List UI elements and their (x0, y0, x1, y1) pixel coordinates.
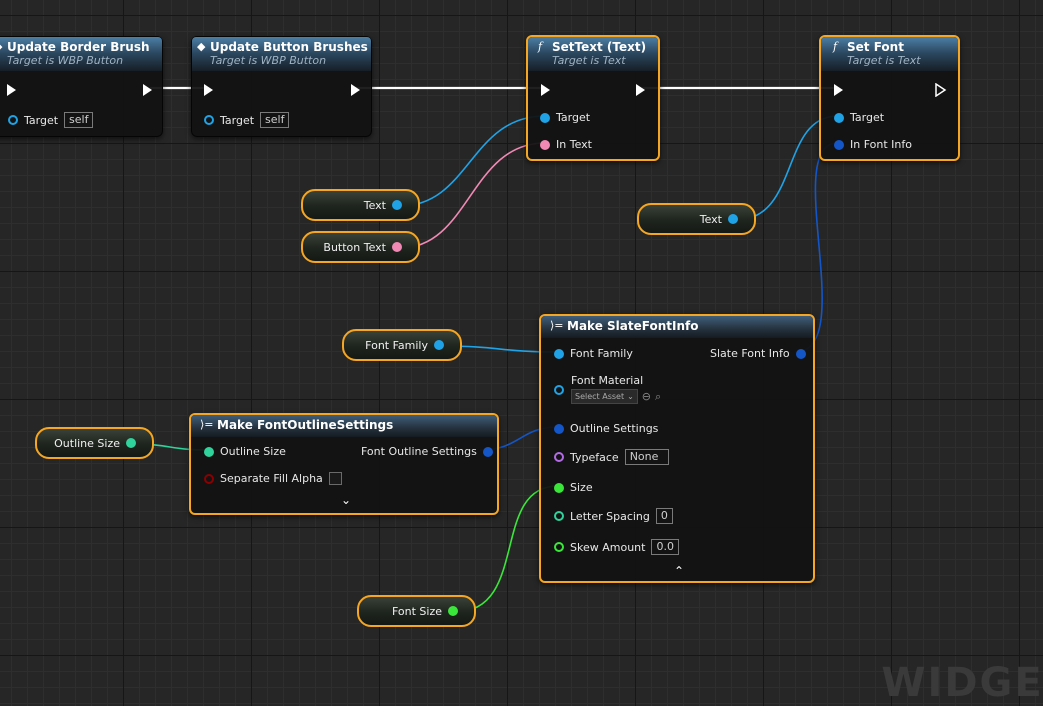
node-title: Update Border Brush (7, 40, 150, 54)
chevron-down-icon: ⌄ (627, 392, 634, 401)
target-value-field[interactable]: self (260, 112, 290, 128)
function-diamond-icon: ◆ (0, 40, 2, 53)
text-pin-icon[interactable] (392, 242, 402, 252)
expand-chevron-down-icon[interactable]: ⌄ (341, 493, 351, 507)
target-pin[interactable]: Target (834, 111, 884, 124)
object-pin-icon (540, 112, 550, 123)
float-pin-icon (204, 446, 214, 457)
node-title: Update Button Brushes (210, 40, 368, 54)
text-pin-icon (540, 139, 550, 150)
outline-size-pin[interactable]: Outline Size (204, 445, 286, 458)
typeface-field[interactable]: None (624, 449, 669, 465)
separate-fill-alpha-pin[interactable]: Separate Fill Alpha (204, 472, 342, 485)
use-selected-arrow-icon[interactable]: ⊖ (642, 390, 651, 403)
node-header[interactable]: f Set Font Target is Text (821, 37, 958, 71)
node-make-slatefontinfo[interactable]: ⟩= Make SlateFontInfo Font Family Slate … (539, 314, 815, 583)
node-header[interactable]: ◆ Update Border Brush Target is WBP Butt… (0, 37, 162, 71)
object-pin-icon[interactable] (392, 200, 402, 210)
skew-amount-field[interactable]: 0.0 (651, 539, 679, 555)
bool-pin-icon (204, 473, 214, 484)
exec-out-pin[interactable] (636, 84, 645, 96)
var-text-a[interactable]: Text (301, 189, 420, 221)
float-pin-icon[interactable] (126, 438, 136, 448)
struct-pin-icon (482, 446, 493, 457)
font-material-field: Font Material Select Asset ⌄ ⊖ ⌕ (571, 374, 662, 404)
button-text-wire (399, 142, 546, 249)
exec-in-pin[interactable] (541, 84, 550, 96)
exec-out-pin[interactable] (351, 84, 360, 96)
node-title: SetText (Text) (552, 40, 647, 54)
node-subtitle: Target is WBP Button (7, 54, 124, 67)
make-struct-icon: ⟩= (200, 418, 214, 431)
int-pin-icon (554, 482, 564, 493)
function-f-icon: f (538, 40, 543, 53)
node-header[interactable]: ⟩= Make FontOutlineSettings (191, 415, 497, 437)
make-struct-icon: ⟩= (550, 319, 564, 332)
skew-amount-pin[interactable]: Skew Amount 0.0 (554, 539, 679, 555)
node-update-border-brush[interactable]: ◆ Update Border Brush Target is WBP Butt… (0, 36, 163, 137)
letter-spacing-pin[interactable]: Letter Spacing 0 (554, 508, 673, 524)
var-font-size[interactable]: Font Size (357, 595, 476, 627)
node-subtitle: Target is WBP Button (210, 54, 327, 67)
struct-pin-icon (834, 139, 844, 150)
graph-watermark: WIDGET (881, 660, 1043, 706)
node-header[interactable]: ◆ Update Button Brushes Target is WBP Bu… (192, 37, 371, 71)
exec-in-pin[interactable] (204, 84, 213, 96)
size-pin[interactable]: Size (554, 481, 593, 494)
node-settext[interactable]: f SetText (Text) Target is Text Target I… (526, 35, 660, 161)
node-title: Set Font (847, 40, 904, 54)
var-text-b[interactable]: Text (637, 203, 756, 235)
exec-out-pin-unconnected[interactable] (935, 83, 947, 97)
font-material-pin[interactable] (554, 385, 564, 395)
struct-pin-icon (554, 423, 564, 434)
select-asset-dropdown[interactable]: Select Asset ⌄ (571, 389, 638, 404)
node-set-font[interactable]: f Set Font Target is Text Target In Font… (819, 35, 960, 161)
node-header[interactable]: f SetText (Text) Target is Text (528, 37, 658, 71)
outline-settings-pin[interactable]: Outline Settings (554, 422, 658, 435)
in-font-info-pin[interactable]: In Font Info (834, 138, 912, 151)
struct-pin-icon (795, 348, 806, 359)
exec-hollow-icon (935, 83, 947, 97)
node-subtitle: Target is Text (552, 54, 626, 67)
separate-fill-alpha-checkbox[interactable] (328, 472, 342, 485)
name-pin-icon (554, 452, 564, 462)
object-pin-icon (204, 115, 214, 125)
var-outline-size[interactable]: Outline Size (35, 427, 154, 459)
letter-spacing-field[interactable]: 0 (655, 508, 673, 524)
browse-search-icon[interactable]: ⌕ (655, 390, 661, 404)
target-pin[interactable]: Target self (204, 112, 290, 128)
text-target-wire (399, 115, 546, 207)
target-value-field[interactable]: self (64, 112, 94, 128)
var-font-family[interactable]: Font Family (342, 329, 462, 361)
node-header[interactable]: ⟩= Make SlateFontInfo (541, 316, 813, 338)
exec-out-pin[interactable] (143, 84, 152, 96)
font-outline-settings-out-pin[interactable]: Font Outline Settings (361, 445, 493, 458)
function-diamond-icon: ◆ (197, 40, 206, 53)
object-pin-icon[interactable] (728, 214, 738, 224)
node-title: Make SlateFontInfo (567, 319, 699, 333)
object-pin-icon (554, 348, 564, 359)
object-pin-icon (8, 115, 18, 125)
font-family-pin[interactable]: Font Family (554, 347, 633, 360)
target-pin[interactable]: Target self (8, 112, 94, 128)
node-update-button-brushes[interactable]: ◆ Update Button Brushes Target is WBP Bu… (191, 36, 372, 137)
node-title: Make FontOutlineSettings (217, 418, 394, 432)
function-f-icon: f (833, 40, 838, 53)
slate-font-info-out-pin[interactable]: Slate Font Info (710, 347, 806, 360)
int-pin-icon (554, 511, 564, 521)
node-subtitle: Target is Text (847, 54, 921, 67)
object-pin-icon (834, 112, 844, 123)
float-pin-icon (554, 542, 564, 552)
var-button-text[interactable]: Button Text (301, 231, 420, 263)
in-text-pin[interactable]: In Text (540, 138, 592, 151)
object-pin-icon (554, 385, 564, 395)
target-pin[interactable]: Target (540, 111, 590, 124)
node-make-fontoutlinesettings[interactable]: ⟩= Make FontOutlineSettings Outline Size… (189, 413, 499, 515)
exec-in-pin[interactable] (834, 84, 843, 96)
exec-in-pin[interactable] (7, 84, 16, 96)
object-pin-icon[interactable] (434, 340, 444, 350)
typeface-pin[interactable]: Typeface None (554, 449, 669, 465)
collapse-chevron-up-icon[interactable]: ⌃ (674, 564, 684, 578)
int-pin-icon[interactable] (448, 606, 458, 616)
